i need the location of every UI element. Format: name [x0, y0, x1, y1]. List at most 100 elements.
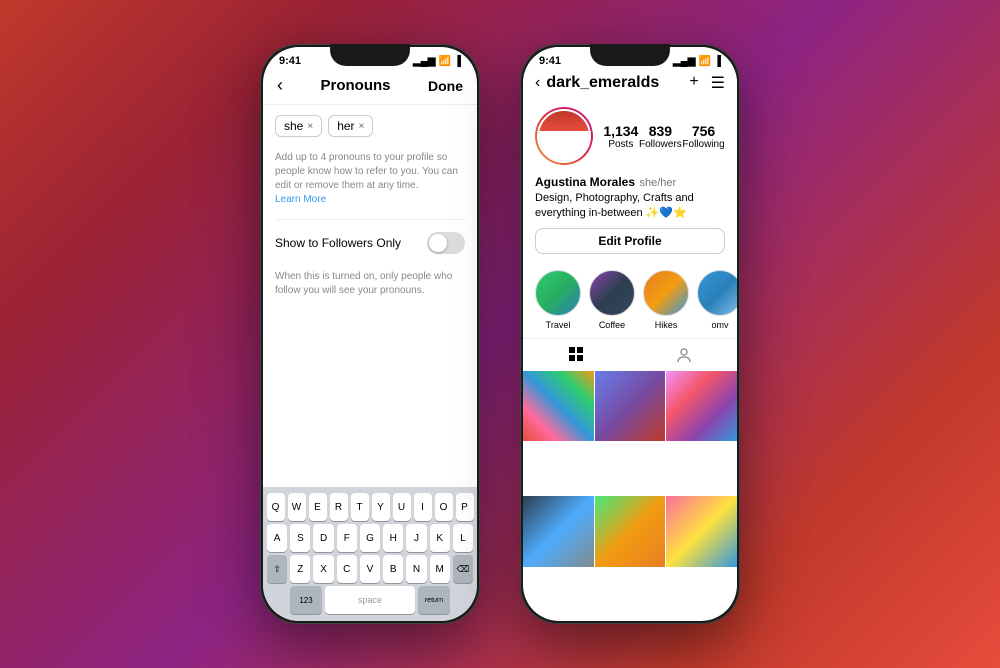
- highlight-hikes[interactable]: Hikes: [643, 270, 689, 330]
- ig-header-icons: + ☰: [689, 73, 725, 93]
- key-q[interactable]: Q: [267, 493, 285, 521]
- ig-username: dark_emeralds: [546, 74, 689, 92]
- highlight-travel-circle: [535, 270, 581, 316]
- highlight-travel-label: Travel: [546, 320, 571, 330]
- highlight-omv-circle: [697, 270, 737, 316]
- key-y[interactable]: Y: [372, 493, 390, 521]
- ig-back-button[interactable]: ‹: [535, 74, 540, 92]
- key-r[interactable]: R: [330, 493, 348, 521]
- signal-icon: ▂▄▆: [413, 56, 435, 67]
- key-l[interactable]: L: [453, 524, 473, 552]
- followers-only-toggle[interactable]: [427, 232, 465, 254]
- pronoun-her-label: her: [337, 119, 354, 133]
- key-backspace[interactable]: ⌫: [453, 555, 473, 583]
- highlight-omv[interactable]: omv: [697, 270, 737, 330]
- key-d[interactable]: D: [313, 524, 333, 552]
- highlight-coffee[interactable]: Coffee: [589, 270, 635, 330]
- pronouns-header: ‹ Pronouns Done: [263, 69, 477, 105]
- tab-tagged[interactable]: [630, 347, 737, 363]
- learn-more-link[interactable]: Learn More: [275, 194, 326, 205]
- key-shift[interactable]: ⇧: [267, 555, 287, 583]
- following-stat: 756 Following: [682, 123, 724, 150]
- key-h[interactable]: H: [383, 524, 403, 552]
- wifi-icon: 📶: [438, 56, 450, 67]
- highlight-hikes-circle: [643, 270, 689, 316]
- menu-icon[interactable]: ☰: [711, 73, 725, 93]
- key-p[interactable]: P: [456, 493, 474, 521]
- key-n[interactable]: N: [406, 555, 426, 583]
- done-button[interactable]: Done: [428, 78, 463, 94]
- toggle-description: When this is turned on, only people who …: [263, 266, 477, 308]
- key-o[interactable]: O: [435, 493, 453, 521]
- post-4[interactable]: [523, 496, 594, 567]
- ig-bio-text: Design, Photography, Crafts and everythi…: [535, 191, 725, 222]
- key-e[interactable]: E: [309, 493, 327, 521]
- ig-header: ‹ dark_emeralds + ☰: [523, 69, 737, 101]
- post-6[interactable]: [666, 496, 737, 567]
- phone-notch: [330, 44, 410, 66]
- edit-profile-button[interactable]: Edit Profile: [535, 228, 725, 254]
- profile-stats: 1,134 Posts 839 Followers 756 Following: [603, 123, 725, 150]
- key-v[interactable]: V: [360, 555, 380, 583]
- highlight-coffee-label: Coffee: [599, 320, 625, 330]
- key-t[interactable]: T: [351, 493, 369, 521]
- highlight-coffee-circle: [589, 270, 635, 316]
- keyboard-row-3: ⇧ Z X C V B N M ⌫: [267, 555, 473, 583]
- add-icon[interactable]: +: [689, 73, 698, 93]
- back-button[interactable]: ‹: [277, 75, 283, 96]
- keyboard-row-1: Q W E R T Y U I O P: [267, 493, 473, 521]
- key-w[interactable]: W: [288, 493, 306, 521]
- key-z[interactable]: Z: [290, 555, 310, 583]
- key-return[interactable]: return: [418, 586, 450, 614]
- following-count: 756: [682, 123, 724, 139]
- toggle-label: Show to Followers Only: [275, 236, 401, 250]
- status-icons-right: ▂▄▆ 📶 ▐: [673, 56, 721, 67]
- keyboard-row-4: 123 space return: [267, 586, 473, 614]
- remove-she-icon[interactable]: ×: [307, 121, 313, 132]
- following-label: Following: [682, 139, 724, 150]
- key-c[interactable]: C: [337, 555, 357, 583]
- remove-her-icon[interactable]: ×: [359, 121, 365, 132]
- person-icon: [676, 347, 692, 363]
- posts-grid: [523, 371, 737, 621]
- left-phone: 9:41 ▂▄▆ 📶 ▐ ‹ Pronouns Done she × her: [260, 44, 480, 624]
- followers-label: Followers: [639, 139, 682, 150]
- keyboard-row-2: A S D F G H J K L: [267, 524, 473, 552]
- key-f[interactable]: F: [337, 524, 357, 552]
- key-u[interactable]: U: [393, 493, 411, 521]
- key-g[interactable]: G: [360, 524, 380, 552]
- post-5[interactable]: [595, 496, 666, 567]
- ig-profile-section: 1,134 Posts 839 Followers 756 Following: [523, 101, 737, 270]
- tab-grid[interactable]: [523, 347, 630, 363]
- key-x[interactable]: X: [313, 555, 333, 583]
- followers-count: 839: [639, 123, 682, 139]
- key-k[interactable]: K: [430, 524, 450, 552]
- key-s[interactable]: S: [290, 524, 310, 552]
- key-b[interactable]: B: [383, 555, 403, 583]
- ig-profile-row: 1,134 Posts 839 Followers 756 Following: [535, 107, 725, 165]
- highlight-omv-label: omv: [711, 320, 728, 330]
- key-j[interactable]: J: [406, 524, 426, 552]
- post-1[interactable]: [523, 371, 594, 442]
- pronoun-tag-she[interactable]: she ×: [275, 115, 322, 137]
- key-i[interactable]: I: [414, 493, 432, 521]
- key-a[interactable]: A: [267, 524, 287, 552]
- pronoun-tag-her[interactable]: her ×: [328, 115, 373, 137]
- ig-bio: Agustina Morales she/her Design, Photogr…: [535, 173, 725, 222]
- post-2[interactable]: [595, 371, 666, 442]
- highlight-travel[interactable]: Travel: [535, 270, 581, 330]
- post-3[interactable]: [666, 371, 737, 442]
- avatar: [539, 111, 589, 161]
- ig-pronouns: she/her: [639, 177, 676, 189]
- posts-label: Posts: [603, 139, 638, 150]
- key-space[interactable]: space: [325, 586, 415, 614]
- posts-count: 1,134: [603, 123, 638, 139]
- key-numbers[interactable]: 123: [290, 586, 322, 614]
- screen-title: Pronouns: [321, 77, 391, 94]
- toggle-row: Show to Followers Only: [263, 220, 477, 266]
- time-right: 9:41: [539, 55, 561, 67]
- signal-icon-right: ▂▄▆: [673, 56, 695, 67]
- key-m[interactable]: M: [430, 555, 450, 583]
- wifi-icon-right: 📶: [698, 56, 710, 67]
- pronouns-description: Add up to 4 pronouns to your profile so …: [263, 147, 477, 219]
